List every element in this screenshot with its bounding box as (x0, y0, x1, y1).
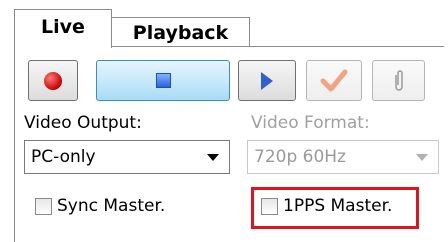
video-output-select[interactable]: PC-only (24, 140, 230, 174)
play-button[interactable] (238, 60, 296, 101)
chevron-down-icon (207, 154, 219, 161)
sync-master-option[interactable]: Sync Master. (35, 196, 165, 216)
paperclip-icon (394, 69, 403, 91)
video-output-label: Video Output: (24, 113, 142, 133)
sync-master-checkbox[interactable] (35, 197, 52, 215)
attach-button[interactable] (372, 60, 425, 101)
video-format-value: 720p 60Hz (254, 147, 346, 167)
pps-master-option[interactable]: 1PPS Master. (261, 196, 392, 216)
pps-master-label: 1PPS Master. (283, 196, 393, 216)
sync-master-label: Sync Master. (57, 196, 166, 216)
chevron-down-icon (416, 154, 428, 161)
video-format-label: Video Format: (251, 113, 370, 133)
live-panel: Video Output: Video Format: PC-only 720p… (14, 46, 444, 242)
checkmark-icon (320, 69, 348, 91)
tab-playback[interactable]: Playback (112, 17, 250, 47)
stop-button[interactable] (96, 60, 230, 101)
tab-live[interactable]: Live (14, 9, 112, 48)
video-format-select[interactable]: 720p 60Hz (247, 140, 439, 174)
confirm-button[interactable] (306, 60, 362, 101)
record-icon (44, 71, 62, 90)
video-output-value: PC-only (31, 147, 96, 167)
stop-icon (155, 73, 171, 88)
play-icon (261, 71, 273, 90)
record-button[interactable] (28, 60, 78, 101)
pps-master-checkbox[interactable] (261, 197, 278, 215)
